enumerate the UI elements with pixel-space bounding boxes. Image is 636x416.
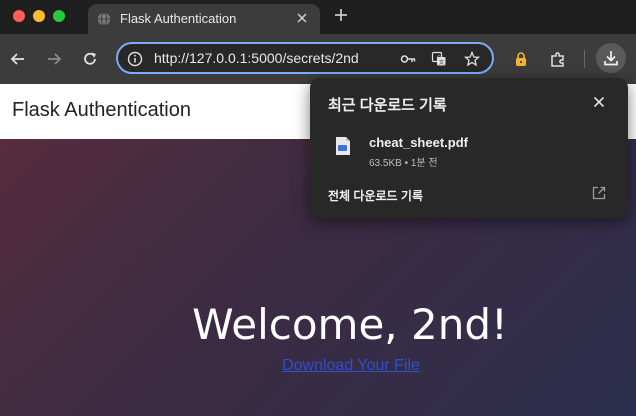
downloads-popup: 최근 다운로드 기록 cheat_sheet.pdf 63.5KB • 1분 전… bbox=[310, 78, 628, 218]
svg-text:文: 文 bbox=[439, 59, 444, 66]
toolbar-separator bbox=[584, 50, 585, 68]
tab-active[interactable]: Flask Authentication bbox=[88, 4, 320, 34]
pdf-file-icon bbox=[336, 137, 350, 155]
download-icon bbox=[604, 51, 618, 66]
minimize-window-button[interactable] bbox=[33, 10, 45, 22]
close-window-button[interactable] bbox=[13, 10, 25, 22]
downloads-title: 최근 다운로드 기록 bbox=[328, 97, 447, 114]
bookmark-star-icon[interactable] bbox=[464, 51, 480, 67]
url-text: http://127.0.0.1:5000/secrets/2nd bbox=[154, 50, 359, 66]
download-button[interactable] bbox=[596, 43, 626, 73]
download-file-name[interactable]: cheat_sheet.pdf bbox=[369, 135, 468, 150]
download-file-link[interactable]: Download Your File bbox=[0, 357, 636, 375]
new-tab-icon[interactable] bbox=[332, 6, 350, 24]
navbar-brand[interactable]: Flask Authentication bbox=[12, 99, 191, 122]
password-key-icon[interactable] bbox=[400, 51, 416, 67]
address-bar[interactable]: http://127.0.0.1:5000/secrets/2nd G 文 bbox=[116, 42, 494, 74]
maximize-window-button[interactable] bbox=[53, 10, 65, 22]
download-file-meta: 63.5KB • 1분 전 bbox=[369, 158, 438, 169]
lock-icon[interactable] bbox=[514, 51, 528, 67]
open-in-new-icon[interactable] bbox=[592, 186, 606, 200]
globe-icon bbox=[97, 12, 111, 26]
close-tab-icon[interactable] bbox=[294, 10, 310, 26]
close-icon[interactable] bbox=[592, 95, 606, 109]
back-icon[interactable] bbox=[9, 50, 27, 68]
reload-icon[interactable] bbox=[81, 50, 99, 68]
extensions-icon[interactable] bbox=[549, 50, 567, 68]
welcome-heading: Welcome, 2nd! bbox=[192, 300, 508, 349]
forward-icon[interactable] bbox=[45, 50, 63, 68]
all-downloads-link[interactable]: 전체 다운로드 기록 bbox=[328, 187, 423, 204]
tab-title: Flask Authentication bbox=[120, 11, 237, 26]
site-info-icon[interactable] bbox=[127, 51, 143, 67]
browser-toolbar: http://127.0.0.1:5000/secrets/2nd G 文 bbox=[0, 34, 636, 84]
translate-icon[interactable]: G 文 bbox=[431, 51, 447, 67]
tab-strip: Flask Authentication bbox=[0, 0, 636, 34]
